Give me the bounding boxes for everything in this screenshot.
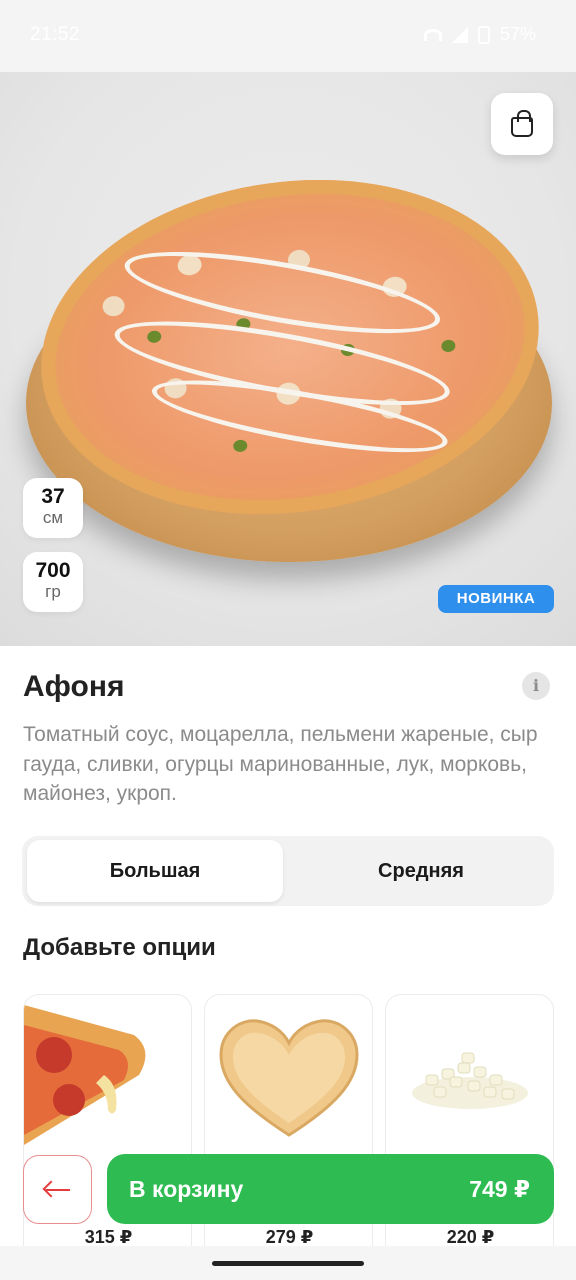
add-to-cart-price: 749 ₽ <box>469 1175 530 1202</box>
tab-medium[interactable]: Средняя <box>293 840 549 902</box>
cart-button[interactable] <box>491 93 553 155</box>
size-unit: см <box>42 508 64 527</box>
size-chip: 37 см <box>23 478 83 538</box>
add-to-cart-button[interactable]: В корзину 749 ₽ <box>107 1154 554 1224</box>
status-icons: 57% <box>423 24 536 45</box>
status-time: 21:52 <box>30 24 81 45</box>
product-description: Томатный соус, моцарелла, пельмени жарен… <box>23 723 538 805</box>
size-value: 37 <box>41 485 65 508</box>
option-price: 315 ₽ <box>84 1227 133 1247</box>
system-nav-bar <box>0 1246 576 1280</box>
info-icon[interactable]: i <box>522 672 550 700</box>
product-image: 37 см 700 гр НОВИНКА <box>0 72 576 646</box>
home-indicator[interactable] <box>212 1261 364 1266</box>
size-selector: Большая Средняя <box>22 836 554 906</box>
back-button[interactable] <box>23 1155 92 1224</box>
battery-percent: 57% <box>499 24 536 44</box>
cheese-crust-pizza-image <box>24 1005 146 1145</box>
add-to-cart-label: В корзину <box>129 1175 244 1202</box>
status-bar: 21:52 57% <box>0 0 576 72</box>
signal-icon <box>451 26 468 43</box>
battery-icon <box>477 25 490 44</box>
arrow-left-icon <box>45 1188 70 1191</box>
weight-chip: 700 гр <box>23 552 83 612</box>
heart-dough-image <box>219 1019 359 1137</box>
weight-value: 700 <box>35 559 71 582</box>
option-price: 220 ₽ <box>446 1227 495 1247</box>
option-price: 279 ₽ <box>265 1227 314 1247</box>
shopping-bag-icon <box>511 110 533 137</box>
tab-large[interactable]: Большая <box>27 840 283 902</box>
product-title: Афоня <box>23 670 125 703</box>
wifi-icon <box>423 28 442 41</box>
options-heading: Добавьте опции <box>23 934 216 961</box>
weight-unit: гр <box>45 582 61 601</box>
mozzarella-cubes-image <box>412 1052 528 1109</box>
new-badge: НОВИНКА <box>438 585 554 613</box>
